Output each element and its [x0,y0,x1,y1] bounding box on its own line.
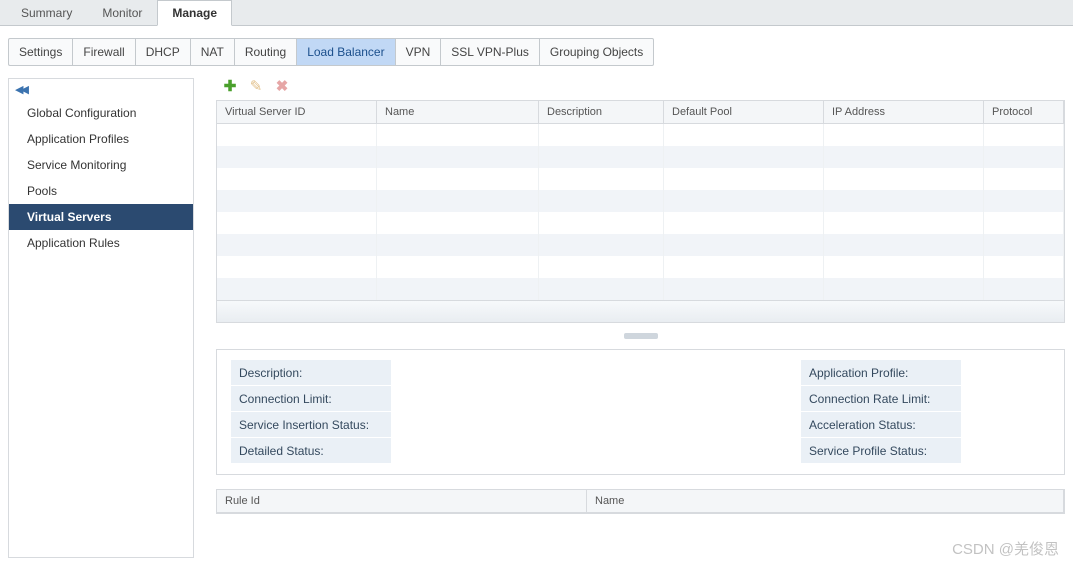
edit-icon[interactable]: ✎ [248,78,264,94]
label-connection-rate-limit: Connection Rate Limit: [801,386,961,412]
add-icon[interactable]: ✚ [222,78,238,94]
pane-splitter[interactable] [216,331,1065,341]
sub-tabs: Settings Firewall DHCP NAT Routing Load … [0,26,1073,72]
main-panel: ✚ ✎ ✖ Virtual Server ID Name Description… [194,78,1065,558]
virtual-servers-grid: Virtual Server ID Name Description Defau… [216,100,1065,323]
subtab-firewall[interactable]: Firewall [72,38,134,66]
col-description[interactable]: Description [539,101,664,124]
col-rule-name[interactable]: Name [587,490,1064,513]
subtab-settings[interactable]: Settings [8,38,72,66]
label-description: Description: [231,360,391,386]
collapse-sidebar-icon[interactable]: ◀◀ [9,79,193,100]
sidebar-item-application-rules[interactable]: Application Rules [9,230,193,256]
col-default-pool[interactable]: Default Pool [664,101,824,124]
col-ip-address[interactable]: IP Address [824,101,984,124]
sidebar-item-global-config[interactable]: Global Configuration [9,100,193,126]
subtab-vpn[interactable]: VPN [395,38,441,66]
sidebar-item-virtual-servers[interactable]: Virtual Servers [9,204,193,230]
subtab-dhcp[interactable]: DHCP [135,38,190,66]
col-protocol[interactable]: Protocol [984,101,1064,124]
col-name[interactable]: Name [377,101,539,124]
subtab-ssl-vpn-plus[interactable]: SSL VPN-Plus [440,38,539,66]
detail-panel: Description: Connection Limit: Service I… [216,349,1065,475]
label-detailed-status: Detailed Status: [231,438,391,464]
subtab-grouping-objects[interactable]: Grouping Objects [539,38,654,66]
grid-footer [217,300,1064,322]
sidebar-item-pools[interactable]: Pools [9,178,193,204]
col-rule-id[interactable]: Rule Id [217,490,587,513]
col-virtual-server-id[interactable]: Virtual Server ID [217,101,377,124]
sidebar: ◀◀ Global Configuration Application Prof… [8,78,194,558]
subtab-nat[interactable]: NAT [190,38,234,66]
subtab-load-balancer[interactable]: Load Balancer [296,38,394,66]
label-service-insertion-status: Service Insertion Status: [231,412,391,438]
tab-monitor[interactable]: Monitor [87,0,157,26]
label-application-profile: Application Profile: [801,360,961,386]
sidebar-item-service-monitoring[interactable]: Service Monitoring [9,152,193,178]
top-tabs: Summary Monitor Manage [0,0,1073,26]
rules-grid: Rule Id Name [216,489,1065,514]
splitter-handle-icon[interactable] [624,333,658,339]
delete-icon[interactable]: ✖ [274,78,290,94]
tab-summary[interactable]: Summary [6,0,87,26]
subtab-routing[interactable]: Routing [234,38,296,66]
sidebar-item-application-profiles[interactable]: Application Profiles [9,126,193,152]
grid-body [217,124,1064,300]
tab-manage[interactable]: Manage [157,0,232,26]
toolbar: ✚ ✎ ✖ [216,78,1065,100]
label-connection-limit: Connection Limit: [231,386,391,412]
label-acceleration-status: Acceleration Status: [801,412,961,438]
label-service-profile-status: Service Profile Status: [801,438,961,464]
